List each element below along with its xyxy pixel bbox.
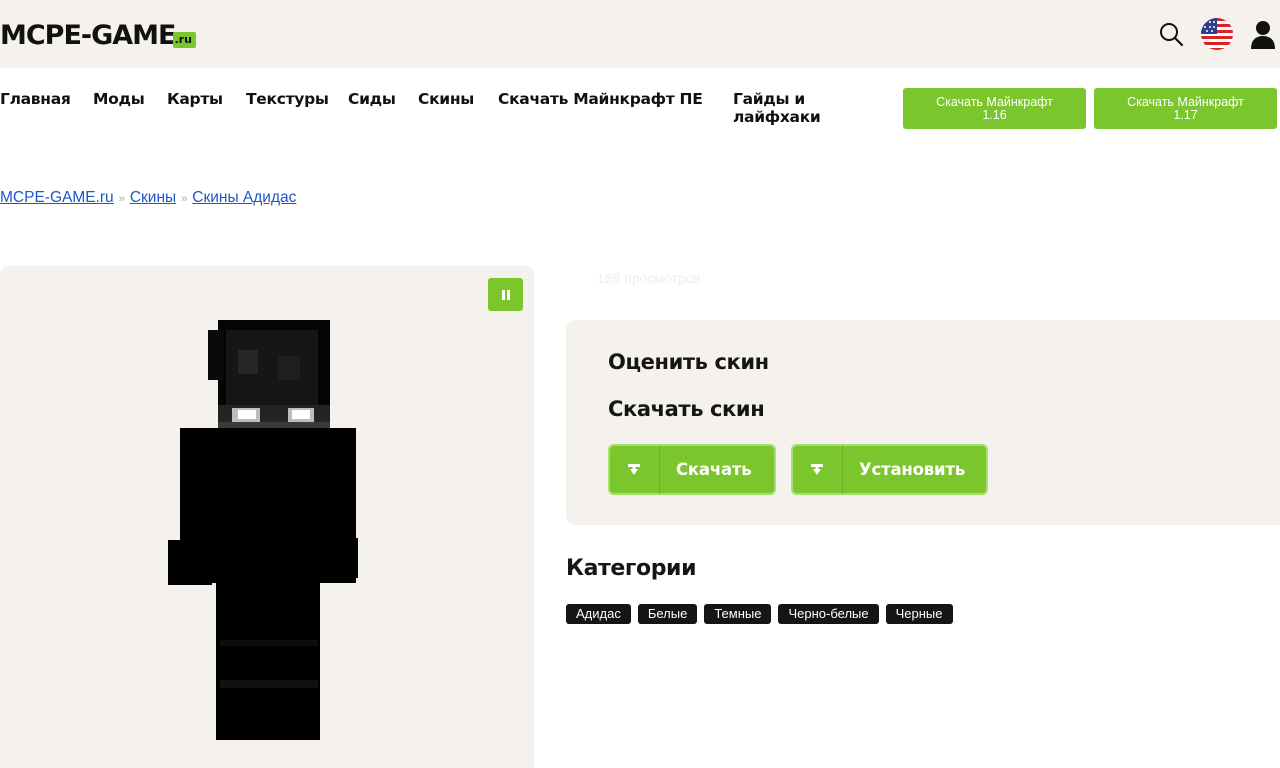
- search-icon[interactable]: [1154, 17, 1188, 51]
- download-minecraft-116-button[interactable]: Скачать Майнкрафт 1.16: [903, 88, 1086, 129]
- nav-item-mods[interactable]: Моды: [93, 90, 145, 108]
- breadcrumb-separator: »: [118, 193, 125, 205]
- pause-icon: [501, 289, 510, 300]
- us-flag-icon[interactable]: [1200, 17, 1234, 51]
- logo-text: MCPE-GAME: [0, 20, 176, 51]
- download-skin-heading: Скачать скин: [608, 397, 765, 421]
- nav-item-textures[interactable]: Текстуры: [246, 90, 329, 108]
- nav-item-maps[interactable]: Карты: [167, 90, 223, 108]
- download-button[interactable]: Скачать: [608, 444, 776, 495]
- pause-button[interactable]: [488, 278, 523, 311]
- site-logo[interactable]: MCPE-GAME .ru: [0, 18, 196, 52]
- install-icon: [791, 444, 843, 495]
- button-label-line1: Скачать Майнкрафт: [936, 94, 1053, 109]
- rate-skin-heading: Оценить скин: [608, 350, 769, 374]
- install-button-label: Установить: [859, 460, 965, 479]
- breadcrumb-skins[interactable]: Скины: [130, 189, 176, 206]
- download-icon: [608, 444, 660, 495]
- main-nav: Главная Моды Карты Текстуры Сиды Скины С…: [0, 68, 1280, 132]
- tag-black[interactable]: Черные: [885, 604, 953, 624]
- nav-item-skins[interactable]: Скины: [418, 90, 474, 108]
- tag-black-white[interactable]: Черно-белые: [778, 604, 879, 624]
- categories-heading: Категории: [566, 556, 697, 581]
- breadcrumb: MCPE-GAME.ru » Скины » Скины Адидас: [0, 189, 296, 207]
- tag-adidas[interactable]: Адидас: [566, 604, 631, 624]
- breadcrumb-home[interactable]: MCPE-GAME.ru: [0, 189, 114, 206]
- nav-item-seeds[interactable]: Сиды: [348, 90, 396, 108]
- button-label-version: 1.16: [982, 107, 1007, 122]
- button-label-line1: Скачать Майнкрафт: [1127, 94, 1244, 109]
- site-header: MCPE-GAME .ru: [0, 0, 1280, 68]
- breadcrumb-separator: »: [181, 193, 188, 205]
- nav-item-download-mcpe[interactable]: Скачать Майнкрафт ПЕ: [498, 90, 703, 108]
- download-minecraft-117-button[interactable]: Скачать Майнкрафт 1.17: [1094, 88, 1277, 129]
- view-count: 168 просмотров: [597, 270, 701, 286]
- category-tags: Адидас Белые Темные Черно-белые Черные: [566, 604, 953, 624]
- logo-suffix: .ru: [172, 32, 196, 48]
- tag-white[interactable]: Белые: [637, 604, 698, 624]
- button-label-version: 1.17: [1173, 107, 1198, 122]
- header-icons: [1154, 16, 1280, 52]
- skin-3d-model[interactable]: [160, 310, 370, 750]
- breadcrumb-adidas-skins[interactable]: Скины Адидас: [192, 189, 296, 206]
- user-icon[interactable]: [1246, 17, 1280, 51]
- tag-dark[interactable]: Темные: [704, 604, 772, 624]
- download-button-label: Скачать: [676, 460, 752, 479]
- nav-item-home[interactable]: Главная: [0, 90, 71, 108]
- install-button[interactable]: Установить: [791, 444, 988, 495]
- nav-item-guides[interactable]: Гайды и лайфхаки: [733, 90, 843, 126]
